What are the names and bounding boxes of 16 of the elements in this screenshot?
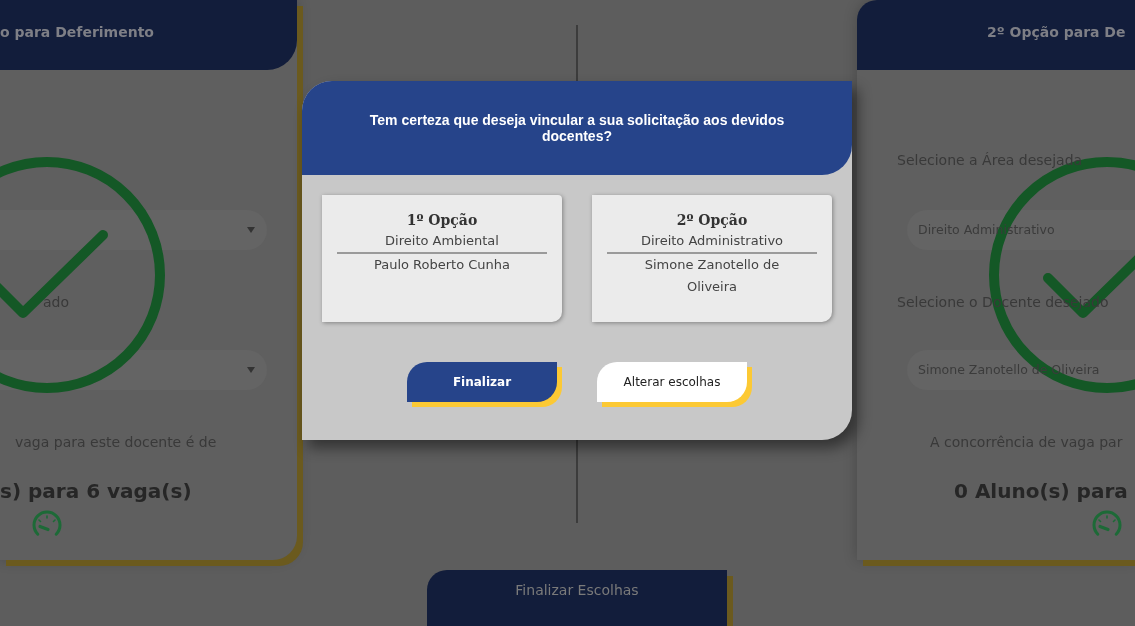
option-heading: 2º Opção — [675, 211, 749, 230]
caret-icon — [247, 367, 255, 373]
option-teacher: Paulo Roberto Cunha — [372, 256, 512, 274]
select-field[interactable] — [0, 210, 267, 250]
caret-icon — [247, 227, 255, 233]
option-heading: 1º Opção — [405, 211, 479, 230]
dialog-title: Tem certeza que deseja vincular a sua solicitação aos devidos docentes? — [368, 112, 786, 144]
option-area: Direito Ambiental — [337, 230, 547, 252]
panel-title: o para Deferimento — [0, 23, 154, 41]
panel-title: 2º Opção para De — [987, 23, 1126, 41]
vacancy-count: s) para 6 vaga(s) — [0, 478, 192, 504]
gauge-icon — [1090, 508, 1124, 538]
vacancy-count: 0 Aluno(s) para — [954, 478, 1128, 504]
option-teacher: Simone Zanotello de Oliveira — [643, 256, 781, 296]
option-area: Direito Administrativo — [607, 230, 817, 252]
gauge-icon — [30, 508, 64, 538]
